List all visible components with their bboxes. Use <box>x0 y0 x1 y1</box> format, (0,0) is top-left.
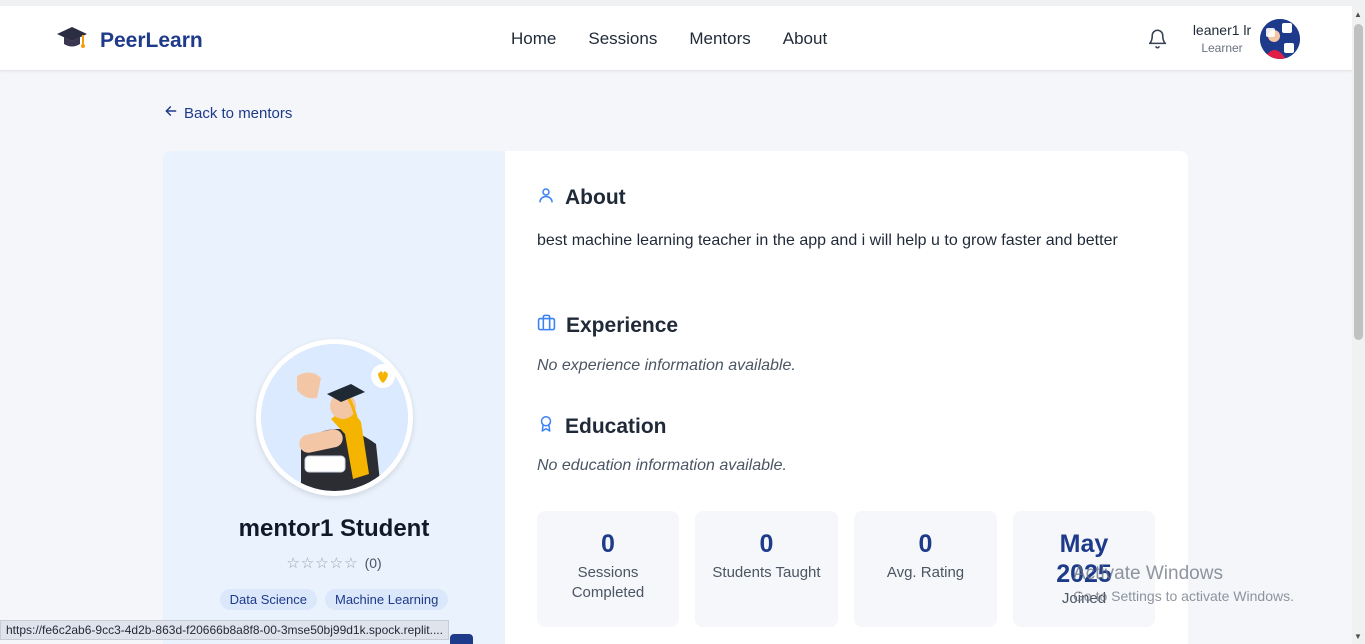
bell-icon[interactable] <box>1147 28 1168 55</box>
experience-empty-text: No experience information available. <box>537 357 796 374</box>
stat-label: Students Taught <box>712 564 821 581</box>
stat-value: 0 <box>601 530 615 558</box>
stat-label: Joined <box>1061 590 1107 607</box>
stat-label: Sessions Completed <box>571 564 645 601</box>
browser-status-url: https://fe6c2ab6-9cc3-4d2b-863d-f20666b8… <box>0 620 449 640</box>
about-text: best machine learning teacher in the app… <box>537 232 1118 249</box>
mentor-rating: ☆☆☆☆☆ (0) <box>163 554 505 572</box>
scroll-up-arrow-icon[interactable]: ▲ <box>1354 10 1362 19</box>
back-to-mentors-link[interactable]: Back to mentors <box>164 104 292 122</box>
nav-mentors[interactable]: Mentors <box>689 29 750 49</box>
nav-sessions[interactable]: Sessions <box>588 29 657 49</box>
skill-tag: Machine Learning <box>324 589 449 610</box>
scroll-down-arrow-icon[interactable]: ▼ <box>1354 632 1362 641</box>
nav-home[interactable]: Home <box>511 29 556 49</box>
mentor-photo <box>256 339 413 496</box>
user-role: Learner <box>1201 41 1243 55</box>
education-empty-text: No education information available. <box>537 457 787 474</box>
brand-name: PeerLearn <box>100 28 203 52</box>
award-icon <box>537 413 555 440</box>
user-icon <box>537 185 555 211</box>
mentor-name: mentor1 Student <box>238 515 430 542</box>
stat-value: 0 <box>759 530 774 558</box>
user-name: leaner1 lr <box>1192 22 1252 38</box>
about-heading: About <box>537 185 626 211</box>
nav-about[interactable]: About <box>783 29 827 49</box>
arrow-left-icon <box>164 104 178 122</box>
mentor-details-panel: About best machine learning teacher in t… <box>505 151 1188 644</box>
graduation-cap-icon <box>56 24 88 57</box>
avatar[interactable] <box>1260 19 1300 59</box>
stat-avg-rating: 0 Avg. Rating <box>854 511 997 627</box>
skill-tags: Data Science Machine Learning <box>163 589 505 610</box>
back-link-label: Back to mentors <box>184 104 293 122</box>
stat-sessions-completed: 0 Sessions Completed <box>537 511 679 627</box>
page-scrollbar[interactable]: ▲ ▼ <box>1352 6 1365 644</box>
navbar: PeerLearn Home Sessions Mentors About le… <box>0 6 1352 71</box>
stat-value: May 2025 <box>1056 530 1112 588</box>
scroll-thumb[interactable] <box>1354 24 1363 340</box>
book-session-button[interactable] <box>450 634 473 644</box>
mentor-profile-panel: mentor1 Student ☆☆☆☆☆ (0) Data Science M… <box>163 151 505 644</box>
main-nav: Home Sessions Mentors About <box>511 29 827 49</box>
rating-count: (0) <box>364 555 382 571</box>
experience-heading: Experience <box>537 313 678 338</box>
stat-joined: May 2025 Joined <box>1013 511 1155 627</box>
user-menu[interactable]: leaner1 lr Learner <box>1188 22 1256 55</box>
star-rating-icon: ☆☆☆☆☆ <box>286 555 359 572</box>
stat-value: 0 <box>918 530 933 558</box>
education-heading: Education <box>537 413 667 440</box>
skill-tag: Data Science <box>219 589 317 610</box>
about-title: About <box>565 186 626 209</box>
brand[interactable]: PeerLearn <box>56 24 203 57</box>
experience-title: Experience <box>566 313 679 337</box>
education-title: Education <box>565 414 667 438</box>
stat-students-taught: 0 Students Taught <box>695 511 838 627</box>
stat-label: Avg. Rating <box>886 564 965 581</box>
briefcase-icon <box>537 313 556 338</box>
